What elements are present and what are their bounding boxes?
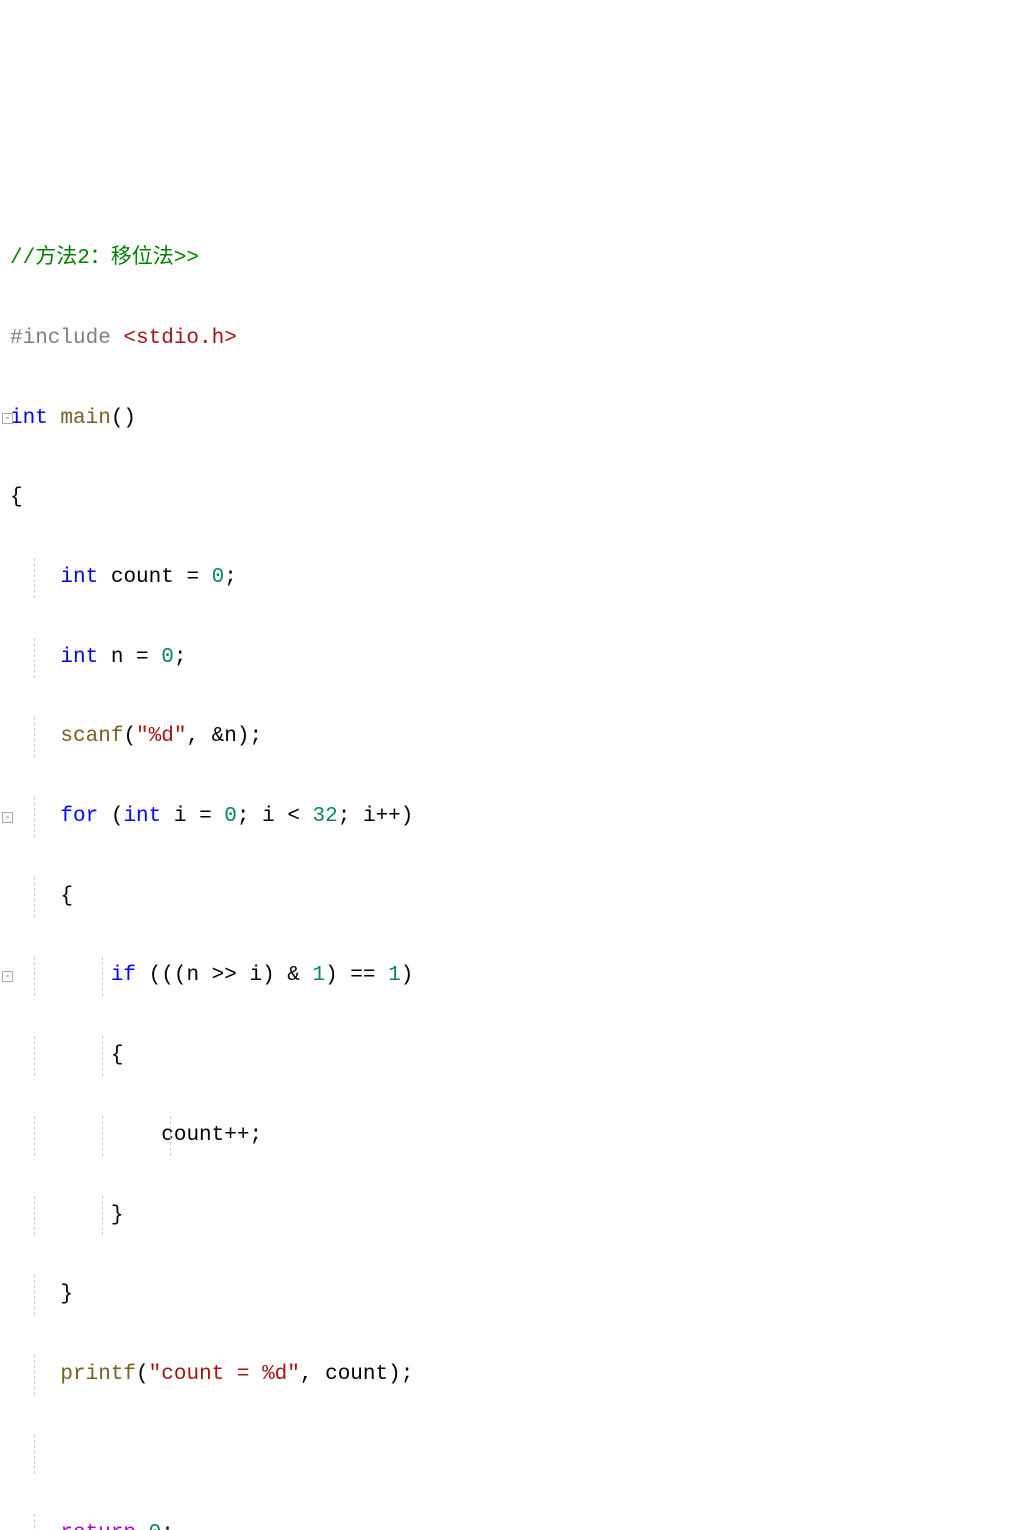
function-call: scanf bbox=[60, 717, 123, 757]
code-line: //方法2：移位法>> bbox=[10, 239, 1014, 279]
code-line: - for (int i = 0; i < 32; i++) bbox=[10, 797, 1014, 837]
var: count bbox=[98, 558, 186, 598]
space bbox=[300, 797, 313, 837]
semicolon: ; bbox=[224, 558, 237, 598]
indent bbox=[10, 1196, 111, 1236]
code-line: } bbox=[10, 1275, 1014, 1315]
semicolon: ; bbox=[161, 1514, 174, 1530]
text: ; i bbox=[338, 797, 376, 837]
operator: ++ bbox=[376, 797, 401, 837]
semicolon: ; bbox=[249, 1116, 262, 1156]
space bbox=[212, 797, 225, 837]
function-call: printf bbox=[60, 1355, 136, 1395]
space bbox=[136, 1514, 149, 1530]
number-literal: 0 bbox=[212, 558, 225, 598]
keyword: return bbox=[60, 1514, 136, 1530]
number-literal: 1 bbox=[388, 956, 401, 996]
code-line: #include <stdio.h> bbox=[10, 319, 1014, 359]
blank-line bbox=[10, 1435, 23, 1475]
code-line: { bbox=[10, 877, 1014, 917]
preproc-directive: #include bbox=[10, 319, 123, 359]
brace: } bbox=[111, 1196, 124, 1236]
code-line: { bbox=[10, 1036, 1014, 1076]
indent bbox=[10, 1036, 111, 1076]
equals: = bbox=[199, 797, 212, 837]
indent bbox=[10, 877, 60, 917]
number-literal: 0 bbox=[149, 1514, 162, 1530]
indent bbox=[10, 797, 60, 837]
indent bbox=[10, 1116, 161, 1156]
paren: ) bbox=[401, 956, 414, 996]
code-line: return 0; bbox=[10, 1514, 1014, 1530]
expr: (((n >> i) & bbox=[136, 956, 312, 996]
semicolon: ; bbox=[401, 1355, 414, 1395]
fold-marker-icon[interactable]: - bbox=[2, 812, 13, 823]
code-line: int n = 0; bbox=[10, 638, 1014, 678]
string-literal: "count = %d" bbox=[149, 1355, 300, 1395]
paren: ( bbox=[98, 797, 123, 837]
code-line bbox=[10, 1435, 1014, 1475]
keyword: for bbox=[60, 797, 98, 837]
indent bbox=[10, 1275, 60, 1315]
operator: ++ bbox=[224, 1116, 249, 1156]
indent bbox=[10, 1514, 60, 1530]
paren: ( bbox=[136, 1355, 149, 1395]
fold-marker-icon[interactable]: - bbox=[2, 971, 13, 982]
number-literal: 32 bbox=[313, 797, 338, 837]
number-literal: 0 bbox=[161, 638, 174, 678]
code-line: } bbox=[10, 1196, 1014, 1236]
brace: { bbox=[111, 1036, 124, 1076]
brace: { bbox=[60, 877, 73, 917]
equals: = bbox=[186, 558, 199, 598]
code-line: -int main() bbox=[10, 399, 1014, 439]
keyword: if bbox=[111, 956, 136, 996]
string-literal: "%d" bbox=[136, 717, 186, 757]
semicolon: ; bbox=[249, 717, 262, 757]
indent bbox=[10, 558, 60, 598]
paren: () bbox=[111, 399, 136, 439]
code-line: { bbox=[10, 478, 1014, 518]
code-line: printf("count = %d", count); bbox=[10, 1355, 1014, 1395]
number-literal: 1 bbox=[312, 956, 325, 996]
function-name: main bbox=[48, 399, 111, 439]
brace: { bbox=[10, 478, 23, 518]
semicolon: ; bbox=[174, 638, 187, 678]
equals: = bbox=[136, 638, 149, 678]
indent bbox=[10, 956, 111, 996]
include-literal: <stdio.h> bbox=[123, 319, 236, 359]
indent bbox=[10, 638, 60, 678]
var: i bbox=[161, 797, 199, 837]
space bbox=[199, 558, 212, 598]
number-literal: 0 bbox=[224, 797, 237, 837]
indent bbox=[10, 1355, 60, 1395]
comment-text: //方法2：移位法>> bbox=[10, 239, 199, 279]
paren: ( bbox=[123, 717, 136, 757]
code-line: count++; bbox=[10, 1116, 1014, 1156]
args: , count) bbox=[300, 1355, 401, 1395]
paren: ) bbox=[401, 797, 414, 837]
code-editor: //方法2：移位法>> #include <stdio.h> -int main… bbox=[0, 160, 1014, 1530]
fold-marker-icon[interactable]: - bbox=[2, 413, 13, 424]
keyword: int bbox=[60, 638, 98, 678]
indent bbox=[10, 717, 60, 757]
args: , &n) bbox=[186, 717, 249, 757]
code-line: int count = 0; bbox=[10, 558, 1014, 598]
code-line: scanf("%d", &n); bbox=[10, 717, 1014, 757]
brace: } bbox=[60, 1275, 73, 1315]
keyword: int bbox=[60, 558, 98, 598]
text: ) == bbox=[325, 956, 388, 996]
keyword: int bbox=[123, 797, 161, 837]
var: n bbox=[98, 638, 136, 678]
code-line: - if (((n >> i) & 1) == 1) bbox=[10, 957, 1014, 997]
keyword: int bbox=[10, 399, 48, 439]
space bbox=[149, 638, 162, 678]
operator: < bbox=[287, 797, 300, 837]
text: ; i bbox=[237, 797, 287, 837]
